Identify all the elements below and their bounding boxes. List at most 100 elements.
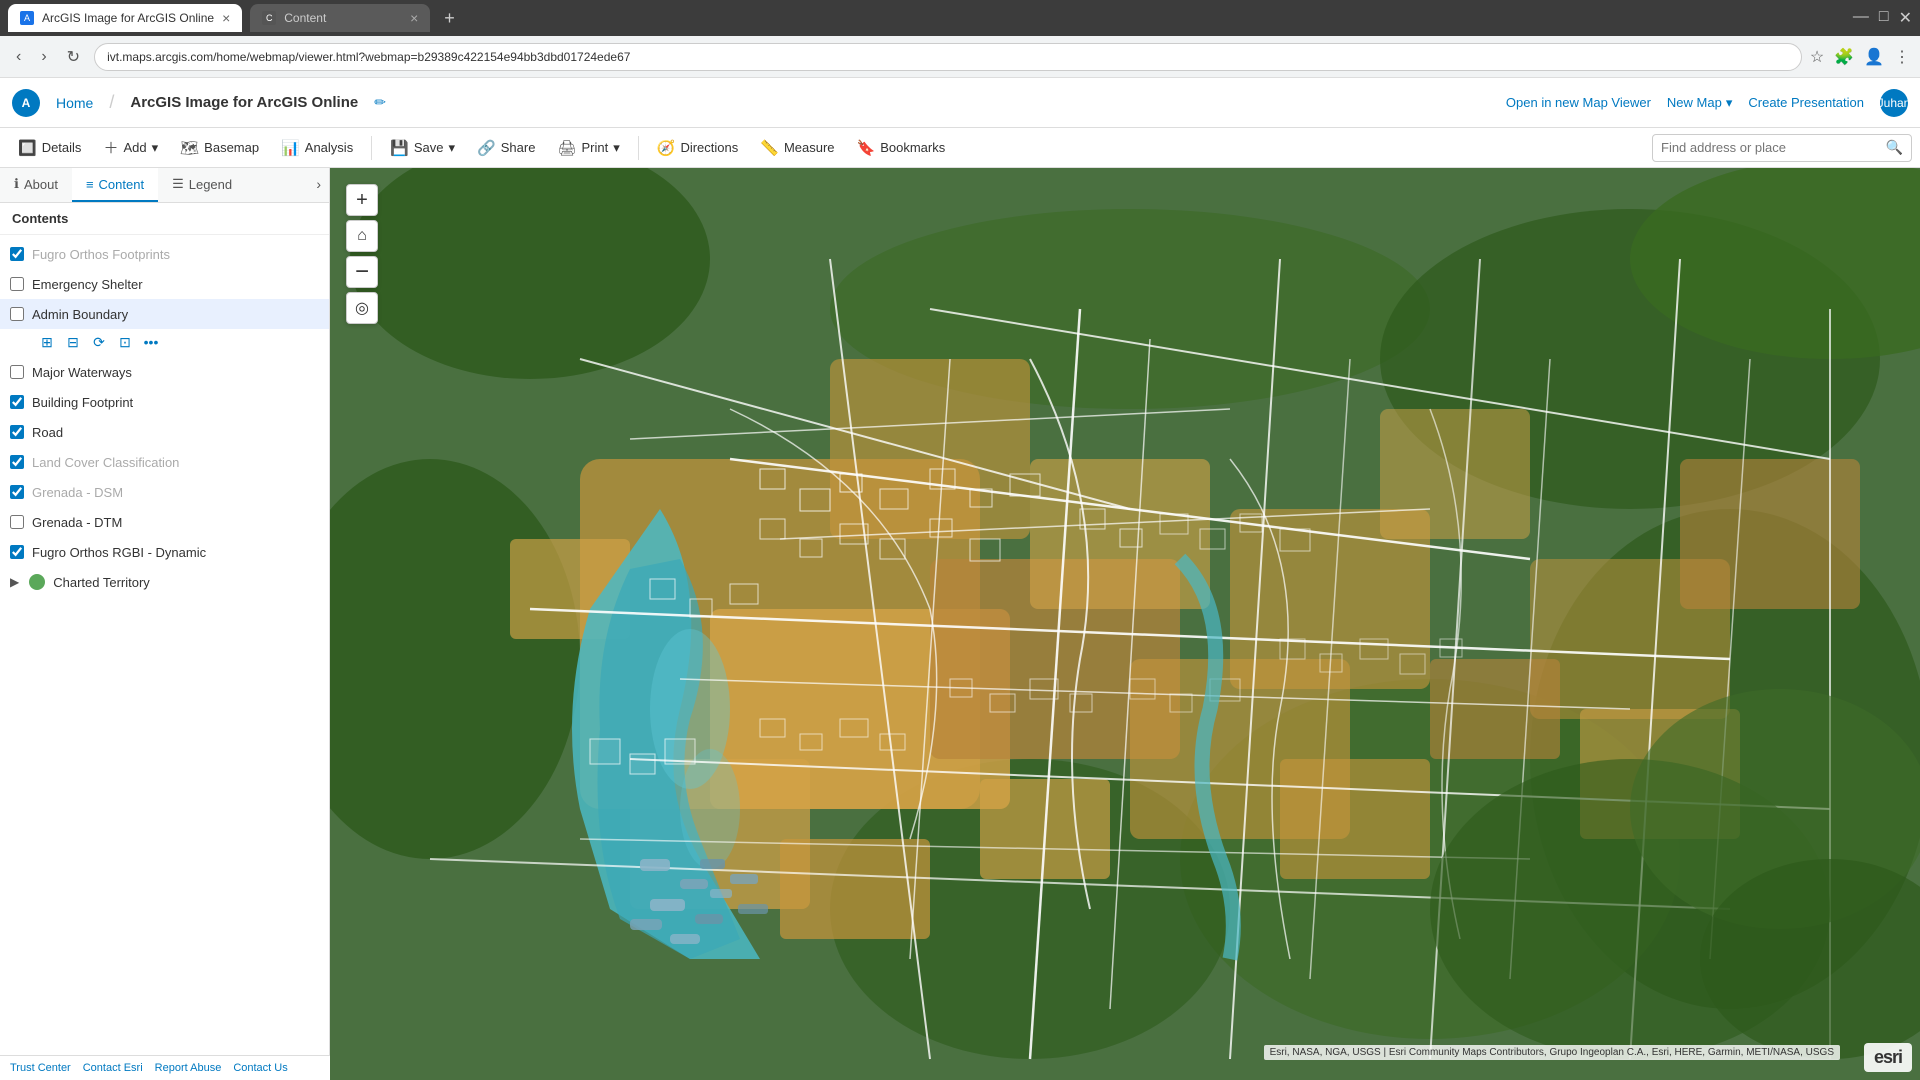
charted-territory-expand-icon[interactable]: ▶: [10, 575, 19, 589]
directions-label: Directions: [680, 140, 738, 155]
layer-tool-more-icon[interactable]: •••: [140, 331, 162, 353]
footer-links: Trust Center Contact Esri Report Abuse C…: [0, 1055, 330, 1080]
contact-esri-link[interactable]: Contact Esri: [83, 1062, 143, 1074]
map-title: ArcGIS Image for ArcGIS Online: [130, 94, 358, 111]
settings-icon[interactable]: ⋮: [1894, 47, 1910, 67]
restore-icon[interactable]: □: [1879, 8, 1889, 28]
share-button[interactable]: 🔗 Share: [467, 132, 545, 164]
layer-checkbox-grenada-dsm[interactable]: [10, 485, 24, 499]
save-button[interactable]: 💾 Save ▾: [380, 132, 465, 164]
layer-name-building-footprint: Building Footprint: [32, 395, 321, 410]
contact-us-link[interactable]: Contact Us: [233, 1062, 287, 1074]
new-map-label: New Map: [1667, 95, 1722, 110]
forward-button[interactable]: ›: [35, 44, 52, 70]
layer-item-charted-territory[interactable]: ▶ Charted Territory: [0, 567, 329, 597]
bookmark-star-icon[interactable]: ☆: [1810, 47, 1824, 67]
contents-label: Contents: [12, 211, 68, 226]
zoom-in-button[interactable]: +: [346, 184, 378, 216]
layer-item-grenada-dtm[interactable]: Grenada - DTM: [0, 507, 329, 537]
layer-tool-zoom-icon[interactable]: ⊞: [36, 331, 58, 353]
layer-tool-table-icon[interactable]: ⊟: [62, 331, 84, 353]
sidebar-tabs: ℹ About ≡ Content ☰ Legend ›: [0, 168, 329, 203]
layer-checkbox-fugro-footprints[interactable]: [10, 247, 24, 261]
layer-name-fugro-footprints: Fugro Orthos Footprints: [32, 247, 321, 262]
browser-tab-content[interactable]: C Content ×: [250, 4, 430, 32]
tab-legend[interactable]: ☰ Legend: [158, 168, 246, 202]
map-search-icon[interactable]: 🔍: [1886, 139, 1903, 156]
tab-about[interactable]: ℹ About: [0, 168, 72, 202]
close-window-icon[interactable]: ✕: [1899, 8, 1912, 28]
layer-item-fugro-rgb[interactable]: Fugro Orthos RGBI - Dynamic: [0, 537, 329, 567]
home-link[interactable]: Home: [56, 95, 93, 111]
home-extent-button[interactable]: ⌂: [346, 220, 378, 252]
layer-item-grenada-dsm[interactable]: Grenada - DSM: [0, 477, 329, 507]
details-button[interactable]: 🔲 Details: [8, 132, 91, 164]
extensions-icon[interactable]: 🧩: [1834, 47, 1854, 67]
locate-button[interactable]: ◎: [346, 292, 378, 324]
profile-icon[interactable]: 👤: [1864, 47, 1884, 67]
layer-tool-legend-icon[interactable]: ⊡: [114, 331, 136, 353]
layer-item-land-cover[interactable]: Land Cover Classification: [0, 447, 329, 477]
layer-name-grenada-dsm: Grenada - DSM: [32, 485, 321, 500]
address-input[interactable]: [94, 43, 1802, 71]
bookmarks-button[interactable]: 🔖 Bookmarks: [847, 132, 956, 164]
report-abuse-link[interactable]: Report Abuse: [155, 1062, 222, 1074]
new-map-button[interactable]: New Map ▾: [1667, 95, 1732, 111]
layer-item-emergency-shelter[interactable]: Emergency Shelter: [0, 269, 329, 299]
layer-checkbox-major-waterways[interactable]: [10, 365, 24, 379]
basemap-button[interactable]: 🗺 Basemap: [170, 132, 269, 164]
minimize-icon[interactable]: —: [1853, 8, 1869, 28]
details-label: Details: [42, 140, 82, 155]
analysis-icon: 📊: [281, 139, 300, 157]
open-new-viewer-link[interactable]: Open in new Map Viewer: [1506, 95, 1651, 110]
tab-label-content: Content: [284, 11, 326, 25]
map-controls: + ⌂ − ◎: [346, 184, 378, 324]
tab-content[interactable]: ≡ Content: [72, 168, 158, 202]
layer-item-major-waterways[interactable]: Major Waterways: [0, 357, 329, 387]
tab-close-arcgis[interactable]: ×: [222, 10, 230, 26]
layer-item-admin-boundary[interactable]: Admin Boundary: [0, 299, 329, 329]
layer-name-road: Road: [32, 425, 321, 440]
save-label: Save: [414, 140, 444, 155]
directions-button[interactable]: 🧭 Directions: [647, 132, 748, 164]
layer-checkbox-building-footprint[interactable]: [10, 395, 24, 409]
zoom-out-button[interactable]: −: [346, 256, 378, 288]
map-search-box[interactable]: 🔍: [1652, 134, 1912, 162]
add-button[interactable]: ＋ Add ▾: [93, 132, 168, 164]
browser-icons: ☆ 🧩 👤 ⋮: [1810, 47, 1910, 67]
new-tab-button[interactable]: +: [438, 8, 461, 29]
refresh-button[interactable]: ↻: [61, 43, 86, 71]
map-canvas: + ⌂ − ◎ Esri, NASA, NGA, USGS | Esri Com…: [330, 168, 1920, 1080]
sidebar-collapse-button[interactable]: ›: [308, 168, 329, 202]
create-presentation-link[interactable]: Create Presentation: [1748, 95, 1864, 110]
user-avatar-button[interactable]: Juhan: [1880, 89, 1908, 117]
layer-checkbox-emergency-shelter[interactable]: [10, 277, 24, 291]
edit-title-icon[interactable]: ✏: [374, 94, 386, 111]
address-bar-row: ‹ › ↻ ☆ 🧩 👤 ⋮: [0, 36, 1920, 78]
print-button[interactable]: 🖨 Print ▾: [547, 132, 629, 164]
sidebar: ℹ About ≡ Content ☰ Legend › Contents Fu…: [0, 168, 330, 1080]
map-area[interactable]: + ⌂ − ◎ Esri, NASA, NGA, USGS | Esri Com…: [330, 168, 1920, 1080]
legend-label: Legend: [189, 177, 232, 192]
tab-close-content[interactable]: ×: [410, 10, 418, 26]
layer-checkbox-admin-boundary[interactable]: [10, 307, 24, 321]
layer-item-fugro-footprints[interactable]: Fugro Orthos Footprints: [0, 239, 329, 269]
back-button[interactable]: ‹: [10, 44, 27, 70]
map-attribution: Esri, NASA, NGA, USGS | Esri Community M…: [1264, 1045, 1840, 1060]
layer-tool-refresh-icon[interactable]: ⟳: [88, 331, 110, 353]
toolbar-divider-1: [371, 136, 372, 160]
layer-item-building-footprint[interactable]: Building Footprint: [0, 387, 329, 417]
layer-checkbox-grenada-dtm[interactable]: [10, 515, 24, 529]
trust-center-link[interactable]: Trust Center: [10, 1062, 71, 1074]
analysis-button[interactable]: 📊 Analysis: [271, 132, 363, 164]
layer-item-road[interactable]: Road: [0, 417, 329, 447]
browser-tab-arcgis[interactable]: A ArcGIS Image for ArcGIS Online ×: [8, 4, 242, 32]
layer-checkbox-fugro-rgb[interactable]: [10, 545, 24, 559]
details-icon: 🔲: [18, 139, 37, 157]
layer-name-charted-territory: Charted Territory: [53, 575, 321, 590]
layer-checkbox-road[interactable]: [10, 425, 24, 439]
content-tab-icon: ≡: [86, 177, 94, 192]
measure-button[interactable]: 📏 Measure: [750, 132, 844, 164]
map-search-input[interactable]: [1661, 140, 1880, 155]
layer-checkbox-land-cover[interactable]: [10, 455, 24, 469]
